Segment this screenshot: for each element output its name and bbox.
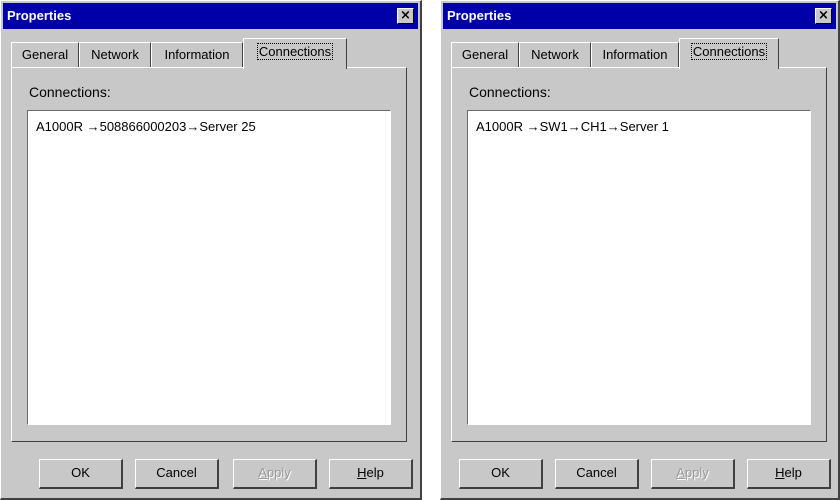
tab-general[interactable]: General (11, 42, 79, 68)
tab-network[interactable]: Network (519, 42, 591, 68)
apply-button[interactable]: Apply (233, 459, 317, 489)
cancel-button[interactable]: Cancel (135, 459, 219, 489)
connections-list[interactable]: A1000R →508866000203→Server 25 (27, 110, 391, 425)
ok-button[interactable]: OK (39, 459, 123, 489)
help-button[interactable]: Help (747, 459, 831, 489)
properties-dialog-right: Properties × General Network Information… (440, 0, 840, 500)
connections-list[interactable]: A1000R →SW1→CH1→Server 1 (467, 110, 811, 425)
ok-button[interactable]: OK (459, 459, 543, 489)
tab-connections[interactable]: Connections (243, 38, 347, 69)
connection-path[interactable]: A1000R →SW1→CH1→Server 1 (476, 119, 669, 134)
connections-panel: Connections: A1000R →508866000203→Server… (11, 67, 407, 442)
tab-general[interactable]: General (451, 42, 519, 68)
tab-connections[interactable]: Connections (679, 38, 779, 69)
tab-network[interactable]: Network (79, 42, 151, 68)
cancel-button[interactable]: Cancel (555, 459, 639, 489)
tab-information[interactable]: Information (591, 42, 679, 68)
connections-label: Connections: (29, 84, 111, 100)
properties-dialog-left: Properties × General Network Information… (0, 0, 422, 500)
title-bar[interactable]: Properties × (3, 3, 418, 29)
tab-information[interactable]: Information (151, 42, 243, 68)
connections-panel: Connections: A1000R →SW1→CH1→Server 1 (451, 67, 827, 442)
dialog-title: Properties (7, 8, 72, 23)
dialog-title: Properties (447, 8, 512, 23)
help-button[interactable]: Help (329, 459, 413, 489)
connection-path[interactable]: A1000R →508866000203→Server 25 (36, 119, 256, 134)
close-icon[interactable]: × (397, 8, 414, 24)
title-bar[interactable]: Properties × (443, 3, 836, 29)
close-icon[interactable]: × (815, 8, 832, 24)
connections-label: Connections: (469, 84, 551, 100)
apply-button[interactable]: Apply (651, 459, 735, 489)
